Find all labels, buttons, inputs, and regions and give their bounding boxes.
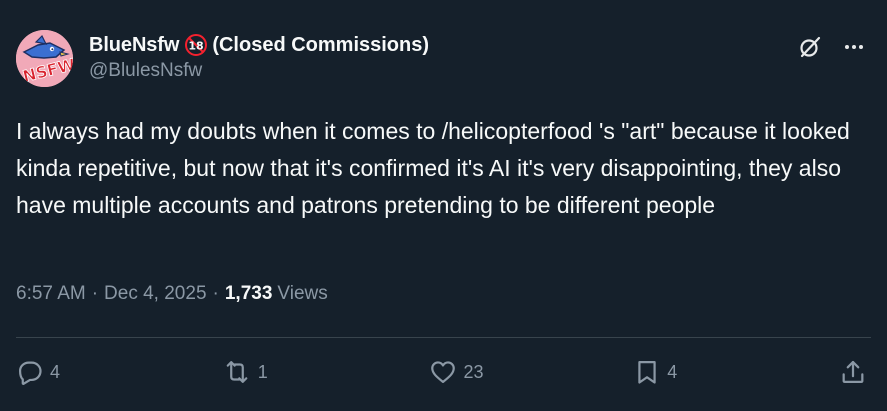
repost-icon: [222, 358, 252, 386]
tweet-card: NSFW BlueNsfw 18 (Closed Commissions) @B…: [0, 0, 887, 411]
name-row: BlueNsfw 18 (Closed Commissions): [89, 32, 429, 58]
bookmark-count: 4: [667, 361, 678, 382]
tweet-meta: 6:57 AM · Dec 4, 2025 · 1,733 Views: [16, 283, 328, 305]
repost-count: 1: [257, 361, 268, 382]
repost-button[interactable]: 1: [222, 358, 342, 386]
age-badge-text: 18: [188, 40, 203, 53]
avatar-image: NSFW: [16, 30, 73, 87]
views-count: 1,733: [224, 283, 273, 304]
handle[interactable]: @BlulesNsfw: [89, 60, 429, 82]
action-bar: 4 1 23 4: [16, 357, 867, 387]
share-icon: [839, 358, 867, 386]
author-block: BlueNsfw 18 (Closed Commissions) @Blules…: [89, 32, 429, 82]
views-label: Views: [277, 283, 328, 304]
meta-separator: ·: [212, 283, 219, 304]
tweet-time[interactable]: 6:57 AM: [16, 283, 86, 305]
tweet-text: I always had my doubts when it comes to …: [16, 118, 850, 218]
avatar[interactable]: NSFW: [16, 30, 73, 87]
divider: [16, 337, 871, 338]
age-restricted-icon: 18: [183, 33, 208, 58]
bookmark-button[interactable]: 4: [633, 358, 753, 386]
more-icon[interactable]: [841, 34, 867, 60]
like-button[interactable]: 23: [428, 358, 548, 386]
share-button[interactable]: [839, 358, 867, 386]
top-actions: [797, 34, 867, 60]
like-count: 23: [463, 361, 484, 382]
bookmark-icon: [633, 358, 661, 386]
reply-button[interactable]: 4: [16, 358, 136, 386]
like-icon: [428, 358, 458, 386]
reply-count: 4: [50, 361, 61, 382]
reply-icon: [16, 358, 44, 386]
meta-separator: ·: [91, 283, 99, 304]
name-suffix[interactable]: (Closed Commissions): [212, 34, 429, 57]
tweet-date[interactable]: Dec 4, 2025: [104, 283, 206, 305]
display-name[interactable]: BlueNsfw: [89, 34, 179, 57]
grok-icon[interactable]: [797, 34, 823, 60]
